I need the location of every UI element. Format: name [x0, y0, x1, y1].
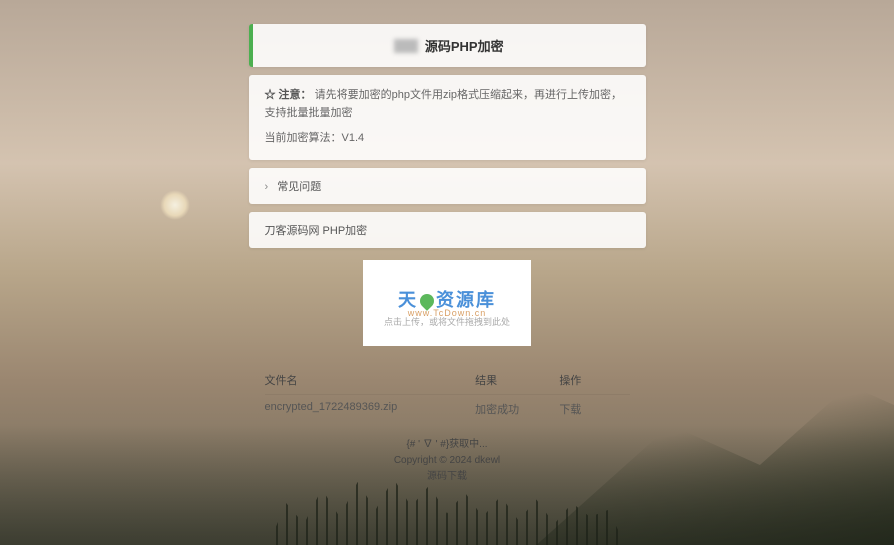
upload-dropzone[interactable]: 天资源库 www.TcDown.cn 点击上传，或将文件拖拽到此处: [363, 260, 531, 346]
section-label: 刀客源码网 PHP加密: [265, 225, 368, 237]
notice-card: ☆ 注意： 请先将要加密的php文件用zip格式压缩起来，再进行上传加密，支持批…: [249, 75, 646, 160]
table-header: 文件名 结果 操作: [265, 366, 630, 395]
faq-card[interactable]: › 常见问题: [249, 168, 646, 204]
cell-result: 加密成功: [475, 401, 559, 417]
title-card: 源码PHP加密: [249, 24, 646, 67]
blurred-prefix: [394, 39, 418, 53]
notice-text: 请先将要加密的php文件用zip格式压缩起来，再进行上传加密，支持批量批量加密: [265, 89, 623, 119]
download-link[interactable]: 下载: [559, 401, 629, 417]
faq-label: 常见问题: [277, 181, 321, 193]
section-label-card: 刀客源码网 PHP加密: [249, 212, 646, 248]
cell-filename: encrypted_1722489369.zip: [265, 401, 476, 417]
source-download-link[interactable]: 源码下载: [249, 469, 646, 485]
col-header-file: 文件名: [265, 372, 476, 388]
trees-decoration: [268, 475, 626, 545]
footer: {# ' ∇ ' #}获取中... Copyright © 2024 dkewl…: [249, 437, 646, 485]
notice-line: ☆ 注意： 请先将要加密的php文件用zip格式压缩起来，再进行上传加密，支持批…: [265, 87, 630, 122]
algorithm-version: 当前加密算法：V1.4: [265, 130, 630, 148]
main-container: 源码PHP加密 ☆ 注意： 请先将要加密的php文件用zip格式压缩起来，再进行…: [249, 0, 646, 485]
results-table: 文件名 结果 操作 encrypted_1722489369.zip 加密成功 …: [249, 358, 646, 431]
chevron-right-icon: ›: [265, 181, 269, 193]
table-row: encrypted_1722489369.zip 加密成功 下载: [265, 395, 630, 423]
col-header-action: 操作: [559, 372, 629, 388]
sun-decoration: [160, 190, 190, 220]
col-header-result: 结果: [475, 372, 559, 388]
notice-prefix: ☆ 注意：: [265, 89, 312, 101]
hitokoto-text: {# ' ∇ ' #}获取中...: [249, 437, 646, 453]
page-title: 源码PHP加密: [425, 39, 504, 54]
upload-hint: 点击上传，或将文件拖拽到此处: [384, 315, 510, 328]
copyright-text: Copyright © 2024 dkewl: [249, 453, 646, 469]
